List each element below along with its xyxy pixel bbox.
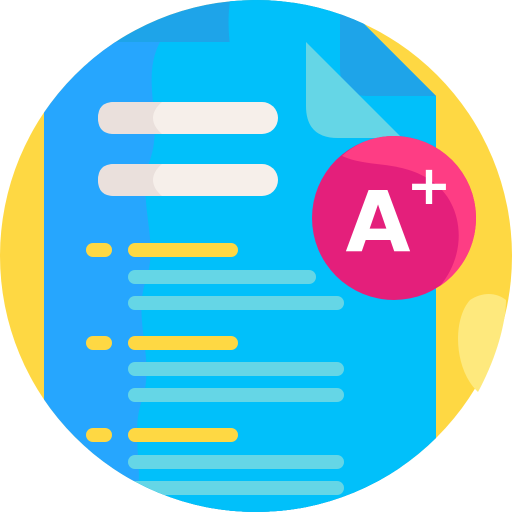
header-bar-2 — [98, 164, 278, 196]
bullet-marker — [86, 336, 112, 350]
list-heading-line — [128, 428, 238, 442]
list-heading-line — [128, 336, 238, 350]
grade-letter: A — [345, 173, 410, 271]
icon-graphic: A + — [0, 0, 512, 512]
list-text-line — [128, 481, 344, 495]
list-text-line — [128, 362, 344, 376]
list-text-line — [128, 455, 344, 469]
bullet-marker — [86, 243, 112, 257]
list-heading-line — [128, 243, 238, 257]
bullet-marker — [86, 428, 112, 442]
list-text-line — [128, 388, 344, 402]
grade-badge: A + — [312, 136, 477, 300]
list-text-line — [128, 270, 316, 284]
grade-plus-sign: + — [406, 154, 451, 217]
graded-documents-icon: A + — [0, 0, 512, 512]
header-bar-1 — [98, 102, 278, 134]
list-text-line — [128, 296, 344, 310]
